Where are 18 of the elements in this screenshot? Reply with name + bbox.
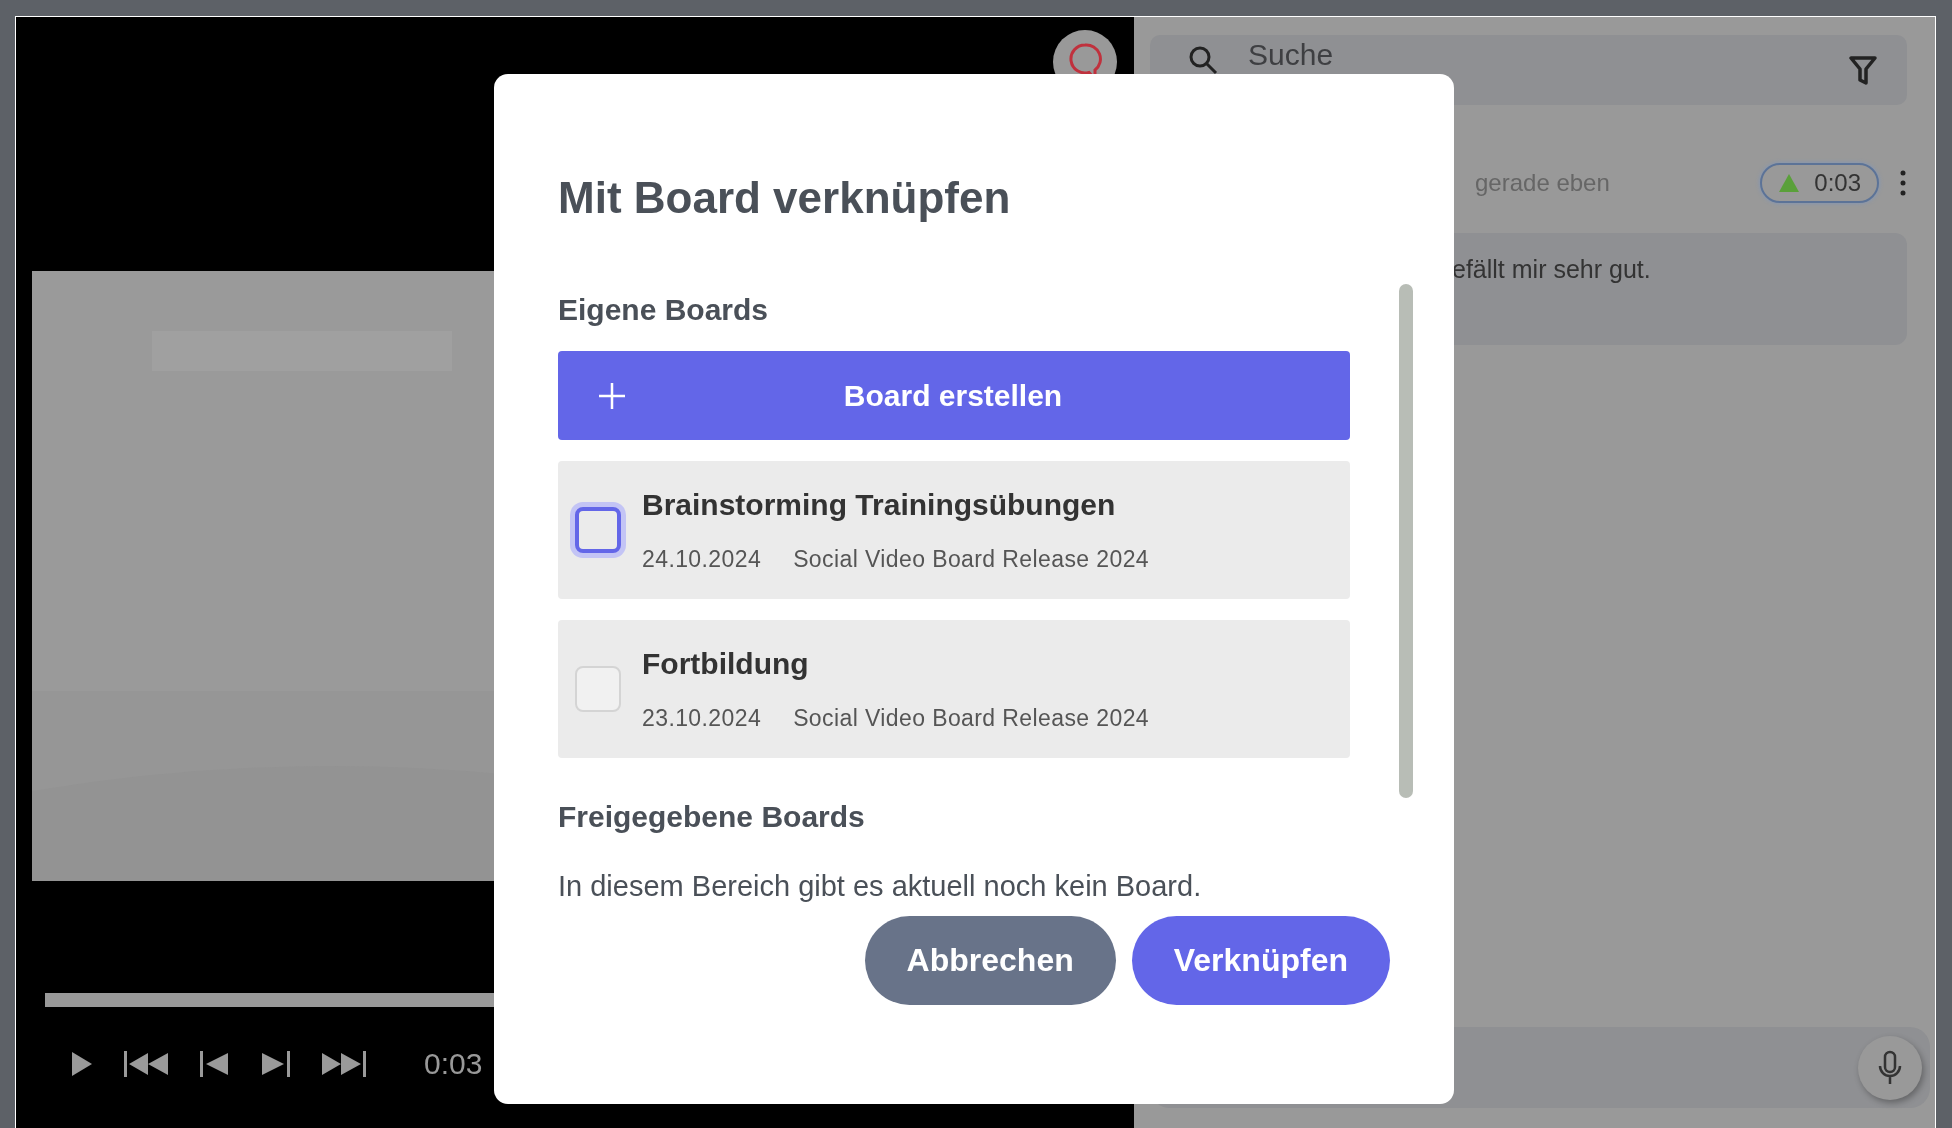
section-heading: Eigene Boards bbox=[558, 293, 770, 327]
board-date: 23.10.2024 bbox=[642, 704, 762, 732]
section-heading: Freigegebene Boards bbox=[558, 800, 866, 834]
create-board-button[interactable]: Board erstellen bbox=[558, 351, 1350, 440]
timestamp-chip[interactable]: 0:03 bbox=[1760, 163, 1879, 203]
empty-message: In diesem Bereich gibt es aktuell noch kein Board. bbox=[558, 870, 1203, 903]
link-button[interactable]: Verknüpfen bbox=[1131, 916, 1390, 1005]
dialog-title: Mit Board verknüpfen bbox=[558, 173, 1012, 223]
board-card[interactable]: Brainstorming Trainingsübungen 24.10.2024 Social Video Board Release 2024 bbox=[558, 461, 1350, 599]
board-project: Social Video Board Release 2024 bbox=[793, 704, 1150, 732]
board-card[interactable]: Fortbildung 23.10.2024 Social Video Board Release 2024 bbox=[558, 620, 1350, 758]
board-title: Brainstorming Trainingsübungen bbox=[642, 487, 1116, 522]
board-project: Social Video Board Release 2024 bbox=[793, 545, 1150, 573]
board-date: 24.10.2024 bbox=[642, 545, 762, 573]
video-time: 0:03 bbox=[424, 1047, 483, 1081]
board-title: Fortbildung bbox=[642, 646, 809, 681]
comment-text: efällt mir sehr gut. bbox=[1452, 255, 1651, 283]
cancel-button[interactable]: Abbrechen bbox=[864, 916, 1116, 1005]
